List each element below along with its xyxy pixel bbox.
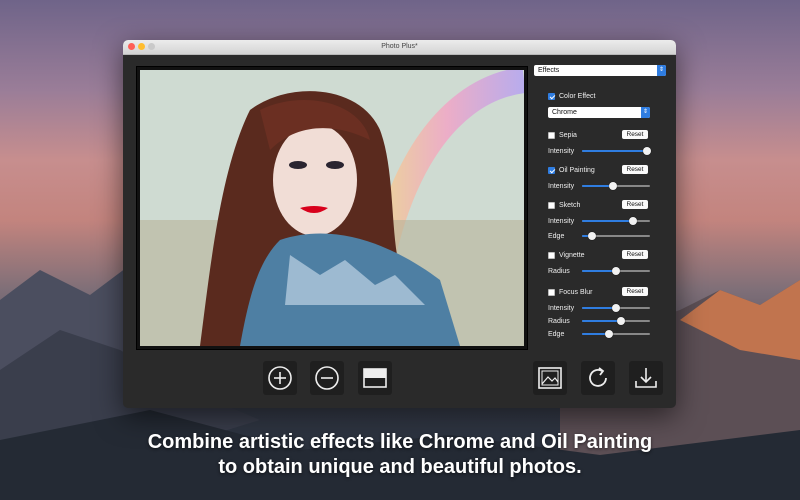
caption-line-2: to obtain unique and beautiful photos. [218,456,582,478]
open-image-button[interactable] [533,361,567,395]
focus-blur-intensity-label: Intensity [548,305,575,312]
oil-painting-checkbox[interactable] [548,167,555,174]
oil-painting-intensity-slider[interactable] [582,182,650,190]
photo-canvas[interactable] [136,66,528,350]
caption-line-1: Combine artistic effects like Chrome and… [147,431,653,453]
focus-blur-edge-slider[interactable] [582,330,650,338]
color-preset-dropdown[interactable]: Chrome ⇕ [548,107,650,118]
save-button[interactable] [629,361,663,395]
sketch-label: Sketch [559,202,581,209]
focus-blur-radius-label: Radius [548,318,570,325]
oil-painting-intensity-label: Intensity [548,183,575,190]
slider-thumb[interactable] [612,267,620,275]
color-effect-checkbox[interactable] [548,93,555,100]
sketch-intensity-slider[interactable] [582,217,650,225]
sepia-intensity-label: Intensity [548,148,575,155]
sepia-intensity-slider[interactable] [582,147,651,155]
sketch-edge-slider[interactable] [582,232,650,240]
vignette-radius-label: Radius [548,268,570,275]
zoom-in-button[interactable] [263,361,297,395]
slider-thumb[interactable] [608,182,617,190]
chevron-updown-icon: ⇕ [641,107,650,118]
window-title: Photo Plus* [381,43,418,50]
chevron-updown-icon: ⇕ [657,65,666,76]
effects-dropdown[interactable]: Effects ⇕ [534,65,666,76]
minimize-window-button[interactable] [138,43,145,50]
title-bar: Photo Plus* [123,40,676,55]
slider-thumb[interactable] [605,330,614,338]
oil-painting-label: Oil Painting [559,167,595,174]
sketch-reset-button[interactable]: Reset [622,200,648,209]
slider-thumb[interactable] [588,232,597,240]
image-icon [538,367,562,389]
circle-minus-icon [315,366,339,390]
sketch-edge-label: Edge [548,233,565,240]
slider-thumb[interactable] [612,304,620,312]
sketch-intensity-label: Intensity [548,218,575,225]
vignette-label: Vignette [559,252,585,259]
focus-blur-radius-slider[interactable] [582,317,650,325]
compare-view-button[interactable] [358,361,392,395]
rotate-icon [589,367,607,387]
app-window: Photo Plus* Effects ⇕ Color Effect Chrom… [123,40,676,408]
vignette-radius-slider[interactable] [582,267,650,275]
focus-blur-reset-button[interactable]: Reset [622,287,648,296]
marketing-caption: Combine artistic effects like Chrome and… [0,430,800,480]
split-view-icon [363,368,387,388]
zoom-out-button[interactable] [310,361,344,395]
close-window-button[interactable] [128,43,135,50]
sepia-reset-button[interactable]: Reset [622,130,648,139]
vignette-checkbox[interactable] [548,252,555,259]
photo-preview [140,70,524,346]
sepia-checkbox[interactable] [548,132,555,139]
zoom-window-button[interactable] [148,43,155,50]
slider-thumb[interactable] [642,147,651,155]
vignette-reset-button[interactable]: Reset [622,250,648,259]
slider-thumb[interactable] [629,217,637,225]
effects-dropdown-value: Effects [538,67,560,74]
sepia-label: Sepia [559,132,577,139]
focus-blur-checkbox[interactable] [548,289,555,296]
focus-blur-edge-label: Edge [548,331,565,338]
color-preset-value: Chrome [552,109,577,116]
focus-blur-label: Focus Blur [559,289,593,296]
rotate-button[interactable] [581,361,615,395]
oil-painting-reset-button[interactable]: Reset [622,165,648,174]
color-effect-label: Color Effect [559,93,596,100]
download-icon [635,368,657,388]
slider-thumb[interactable] [617,317,626,325]
sketch-checkbox[interactable] [548,202,555,209]
circle-plus-icon [268,366,292,390]
focus-blur-intensity-slider[interactable] [582,304,650,312]
